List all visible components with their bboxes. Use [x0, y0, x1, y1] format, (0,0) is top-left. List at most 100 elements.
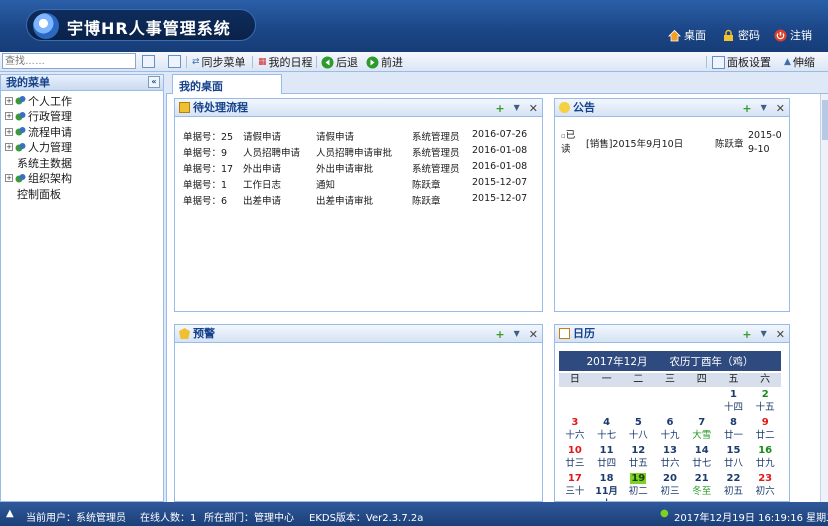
- calendar-day[interactable]: 7 大雪: [686, 415, 718, 443]
- calendar-day[interactable]: 19 初二: [622, 471, 654, 499]
- add-icon[interactable]: +: [495, 326, 504, 343]
- calendar-day[interactable]: 22 初五: [718, 471, 750, 499]
- search-go-icon[interactable]: [142, 55, 155, 68]
- calendar-day[interactable]: 15 廿八: [718, 443, 750, 471]
- collapse-icon[interactable]: «: [148, 76, 160, 88]
- calendar-month[interactable]: 2017年12月: [586, 354, 647, 369]
- table-row[interactable]: 单据号：17: [183, 161, 233, 175]
- sync-menu-button[interactable]: ⇄ 同步菜单: [192, 54, 246, 70]
- lunar-date: 十四: [723, 402, 743, 413]
- chevron-down-icon[interactable]: ▼: [761, 100, 767, 117]
- sidebar-item-control-panel[interactable]: 控制面板: [5, 186, 163, 202]
- tab-my-desktop[interactable]: 我的桌面: [172, 74, 282, 95]
- close-icon[interactable]: ✕: [529, 100, 538, 117]
- search-input[interactable]: [2, 53, 136, 69]
- shield-icon: [179, 328, 190, 339]
- sidebar-item-hr[interactable]: + 人力管理: [5, 140, 163, 156]
- sidebar-item-label: 系统主数据: [17, 156, 72, 170]
- sidebar-item-workflow[interactable]: + 流程申请: [5, 124, 163, 140]
- separator: [252, 56, 253, 68]
- close-icon[interactable]: ✕: [776, 100, 785, 117]
- back-button[interactable]: 后退: [321, 54, 358, 70]
- lunar-date: 廿四: [597, 458, 617, 469]
- scrollbar-thumb[interactable]: [822, 100, 828, 140]
- table-cell[interactable]: 外出申请审批: [316, 161, 373, 175]
- add-icon[interactable]: +: [495, 100, 504, 117]
- calendar-day[interactable]: 4 十七: [591, 415, 623, 443]
- datetime: 2017年12月19日 16:19:16 星期二: [674, 513, 828, 524]
- calendar-day[interactable]: 20 初三: [654, 471, 686, 499]
- calendar-day[interactable]: 14 廿七: [686, 443, 718, 471]
- password-link[interactable]: 密码: [722, 27, 760, 43]
- table-row[interactable]: 单据号：9: [183, 145, 227, 159]
- calendar-day[interactable]: 21 冬至: [686, 471, 718, 499]
- table-cell[interactable]: 人员招聘申请审批: [316, 145, 392, 159]
- table-cell[interactable]: 请假申请: [316, 129, 354, 143]
- chevron-down-icon[interactable]: ▼: [514, 100, 520, 117]
- logout-link[interactable]: 注销: [774, 27, 812, 43]
- sidebar-item-org[interactable]: + 组织架构: [5, 171, 163, 187]
- chevron-down-icon[interactable]: ▼: [514, 326, 520, 343]
- expand-icon[interactable]: +: [5, 143, 13, 152]
- lunar-date: 廿八: [723, 458, 743, 469]
- table-cell[interactable]: 通知: [316, 177, 335, 191]
- table-cell: 2016-01-08: [472, 145, 528, 156]
- add-icon[interactable]: +: [742, 100, 751, 117]
- calendar-day[interactable]: 10 廿三: [559, 443, 591, 471]
- pending-workflow-title: 待处理流程: [193, 101, 248, 114]
- stretch-button[interactable]: ▲ 伸缩: [784, 54, 815, 70]
- expand-icon[interactable]: +: [5, 127, 13, 136]
- calendar-day[interactable]: 1811月大: [591, 471, 623, 501]
- add-icon[interactable]: +: [742, 326, 751, 343]
- table-row[interactable]: 单据号：1: [183, 177, 227, 191]
- chevron-down-icon[interactable]: ▼: [761, 326, 767, 343]
- sidebar-item-master-data[interactable]: 系统主数据: [5, 155, 163, 171]
- table-row[interactable]: 单据号：6: [183, 193, 227, 207]
- notice-item-title[interactable]: [销售]2015年9月10日: [586, 136, 683, 150]
- scrollbar[interactable]: [820, 94, 828, 502]
- calendar-day[interactable]: 1 十四: [718, 387, 750, 415]
- main-area: 我的桌面 待处理流程 + ▼ ✕ 单据号：25 请假申请 请假申请 系统管理员 …: [166, 72, 828, 502]
- calendar-day[interactable]: 17 三十: [559, 471, 591, 499]
- table-cell[interactable]: 出差申请: [243, 193, 281, 207]
- notice-header: 公告 + ▼ ✕: [555, 99, 789, 117]
- close-icon[interactable]: ✕: [776, 326, 785, 343]
- logo-icon: [33, 13, 59, 39]
- table-cell[interactable]: 请假申请: [243, 129, 281, 143]
- calendar-day[interactable]: 16 廿九: [749, 443, 781, 471]
- calendar-day[interactable]: 2 十五: [749, 387, 781, 415]
- list-icon[interactable]: [168, 55, 181, 68]
- sidebar-item-label: 组织架构: [28, 172, 72, 186]
- day-number: 23: [758, 473, 773, 484]
- desktop-link[interactable]: 桌面: [668, 27, 706, 43]
- close-icon[interactable]: ✕: [529, 326, 538, 343]
- calendar-lunar-year: 农历丁酉年（鸡）: [669, 355, 754, 368]
- calendar-day[interactable]: 5 十八: [622, 415, 654, 443]
- table-cell[interactable]: 人员招聘申请: [243, 145, 300, 159]
- current-user: 当前用户：系统管理员: [26, 513, 126, 524]
- my-schedule-button[interactable]: ▦ 我的日程: [258, 54, 313, 70]
- sidebar-item-personal-work[interactable]: + 个人工作: [5, 93, 163, 109]
- calendar-day[interactable]: 6 十九: [654, 415, 686, 443]
- table-cell: 系统管理员: [412, 132, 460, 143]
- bulb-icon: [559, 102, 570, 113]
- calendar-day[interactable]: 13 廿六: [654, 443, 686, 471]
- calendar-day[interactable]: 8 廿一: [718, 415, 750, 443]
- calendar-day[interactable]: 3 十六: [559, 415, 591, 443]
- panel-settings-button[interactable]: 面板设置: [712, 54, 771, 70]
- sidebar-item-admin[interactable]: + 行政管理: [5, 109, 163, 125]
- forward-button[interactable]: 前进: [366, 54, 403, 70]
- calendar-day[interactable]: 9 廿二: [749, 415, 781, 443]
- table-cell[interactable]: 工作日志: [243, 177, 281, 191]
- expand-icon[interactable]: +: [5, 174, 13, 183]
- calendar-day[interactable]: 12 廿五: [622, 443, 654, 471]
- expand-icon[interactable]: +: [5, 96, 13, 105]
- table-cell[interactable]: 出差申请审批: [316, 193, 373, 207]
- expand-icon[interactable]: +: [5, 112, 13, 121]
- table-row[interactable]: 单据号：25: [183, 129, 233, 143]
- sync-menu-label: 同步菜单: [201, 56, 246, 69]
- table-cell[interactable]: 外出申请: [243, 161, 281, 175]
- day-number: 13: [663, 445, 677, 456]
- calendar-day[interactable]: 23 初六: [749, 471, 781, 499]
- calendar-day[interactable]: 11 廿四: [591, 443, 623, 471]
